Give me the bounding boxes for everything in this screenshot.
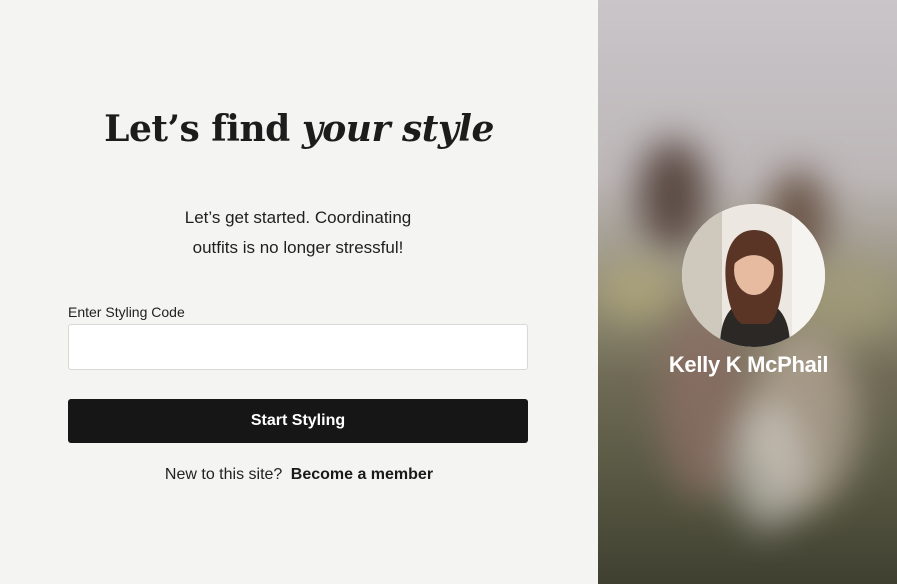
title-regular: Let’s find xyxy=(104,108,290,150)
subtitle-line-2: outfits is no longer stressful! xyxy=(192,238,404,257)
become-member-link[interactable]: Become a member xyxy=(291,466,433,483)
page-subtitle: Let’s get started. Coordinating outfits … xyxy=(148,203,448,263)
start-styling-button[interactable]: Start Styling xyxy=(68,399,528,443)
title-italic: your style xyxy=(301,108,495,150)
stylist-avatar xyxy=(682,204,825,347)
login-panel: Let’s find your style Let’s get started.… xyxy=(0,0,598,584)
avatar-portrait-icon xyxy=(682,204,825,347)
styling-code-label: Enter Styling Code xyxy=(68,304,185,320)
signup-row: New to this site? Become a member xyxy=(0,466,598,484)
page-title: Let’s find your style xyxy=(0,108,598,150)
stylist-name: Kelly K McPhail xyxy=(668,352,829,377)
signup-prompt: New to this site? xyxy=(164,466,283,483)
subtitle-line-1: Let’s get started. Coordinating xyxy=(184,208,412,227)
styling-code-input[interactable] xyxy=(68,324,528,370)
